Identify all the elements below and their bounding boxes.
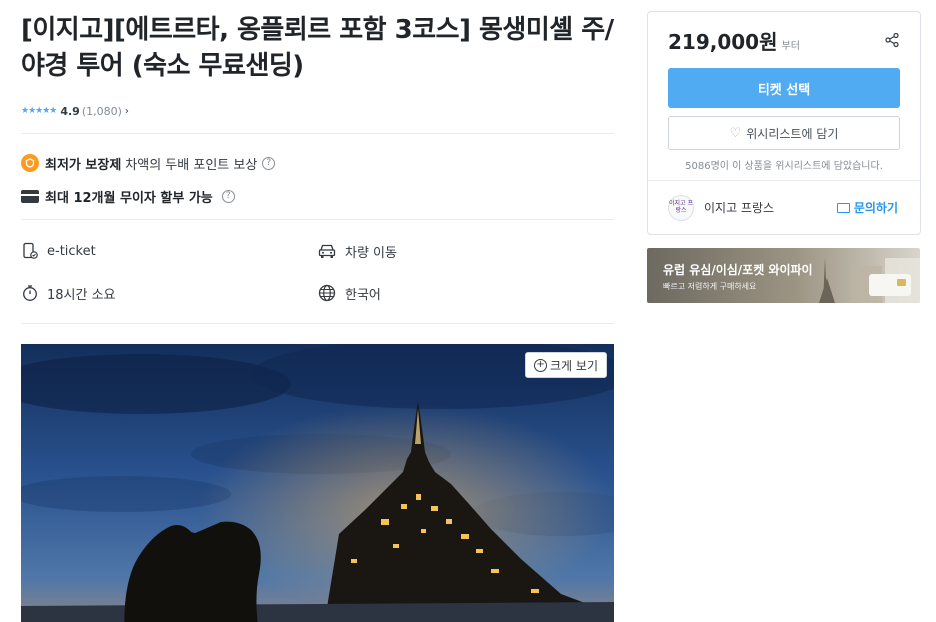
help-icon[interactable]: ? [221, 189, 235, 203]
zoom-plus-icon: + [534, 358, 548, 372]
purchase-sidebar: 219,000원 부터 티켓 선택 ♡ 위시리스트에 담기 5086명이 이 상품… [647, 11, 921, 303]
feature-duration: 18시간 소요 [21, 282, 317, 304]
feature-label: e-ticket [47, 243, 96, 259]
coin-icon [21, 154, 39, 172]
rating-summary[interactable]: ★★★★★ 4.9 (1,080) › [21, 104, 614, 118]
benefit-title: 최대 12개월 무이자 할부 가능 [45, 190, 213, 206]
price-suffix: 부터 [781, 40, 800, 52]
mail-icon [836, 202, 850, 213]
globe-icon [318, 284, 336, 302]
price: 219,000원 [668, 29, 778, 54]
car-icon [318, 244, 336, 258]
seller-row: 이지고 프랑스 이지고 프랑스 문의하기 [648, 180, 920, 234]
product-title: [이지고][에트르타, 옹플뢰르 포함 3코스] 몽생미셸 주/야경 투어 (숙… [21, 15, 614, 81]
benefit-lowest-price: 최저가 보장제 차액의 두배 포인트 보상 ? [21, 153, 614, 173]
add-wishlist-button[interactable]: ♡ 위시리스트에 담기 [668, 116, 900, 150]
credit-card-icon [21, 189, 39, 203]
banner-subtitle: 빠르고 저렴하게 구매하세요 [663, 282, 757, 291]
divider [21, 219, 614, 220]
benefit-text: 차액의 두배 포인트 보상 [125, 157, 258, 173]
zoom-view-button[interactable]: + 크게 보기 [525, 352, 607, 378]
chevron-right-icon: › [124, 105, 129, 117]
price-row: 219,000원 부터 [648, 12, 920, 68]
timer-icon [23, 285, 37, 301]
banner-text: 유럽 유심/이심/포켓 와이파이 빠르고 저렴하게 구매하세요 [663, 261, 813, 292]
benefit-title: 최저가 보장제 [45, 157, 122, 173]
wishlist-label: 위시리스트에 담기 [746, 126, 839, 141]
divider [21, 133, 614, 134]
mobile-ticket-icon [23, 242, 38, 259]
heart-icon: ♡ [729, 125, 742, 141]
seller-info[interactable]: 이지고 프랑스 이지고 프랑스 [668, 194, 775, 221]
feature-e-ticket: e-ticket [21, 240, 317, 262]
feature-language: 한국어 [317, 282, 613, 304]
wishlist-count: 5086명이 이 상품을 위시리스트에 담았습니다. [685, 161, 883, 172]
mont-saint-michel-photo [21, 344, 614, 622]
purchase-box: 219,000원 부터 티켓 선택 ♡ 위시리스트에 담기 5086명이 이 상품… [647, 11, 921, 235]
feature-label: 차량 이동 [345, 245, 397, 261]
rating-stars-icon: ★★★★★ [21, 106, 57, 116]
esim-banner[interactable]: 유럽 유심/이심/포켓 와이파이 빠르고 저렴하게 구매하세요 [647, 248, 920, 303]
rating-score: 4.9 [60, 104, 80, 118]
product-main: [이지고][에트르타, 옹플뢰르 포함 3코스] 몽생미셸 주/야경 투어 (숙… [21, 0, 614, 622]
product-features: e-ticket 차량 이동 18시간 소요 한국어 [21, 240, 614, 304]
inquiry-label: 문의하기 [853, 201, 898, 215]
feature-label: 한국어 [345, 287, 381, 303]
price-group: 219,000원 부터 [668, 26, 800, 55]
feature-transport: 차량 이동 [317, 240, 613, 262]
divider [21, 323, 614, 324]
share-icon[interactable] [884, 32, 900, 48]
banner-title: 유럽 유심/이심/포켓 와이파이 [663, 263, 813, 277]
help-icon[interactable]: ? [262, 156, 276, 170]
seller-avatar: 이지고 프랑스 [668, 194, 694, 221]
select-ticket-button[interactable]: 티켓 선택 [668, 68, 900, 108]
product-hero-image[interactable]: + 크게 보기 [21, 344, 614, 622]
inquiry-button[interactable]: 문의하기 [836, 199, 898, 216]
feature-label: 18시간 소요 [47, 287, 116, 303]
benefit-installment: 최대 12개월 무이자 할부 가능 ? [21, 186, 614, 206]
seller-name: 이지고 프랑스 [704, 201, 775, 215]
review-count: (1,080) [81, 104, 122, 118]
zoom-view-label: 크게 보기 [550, 358, 598, 373]
